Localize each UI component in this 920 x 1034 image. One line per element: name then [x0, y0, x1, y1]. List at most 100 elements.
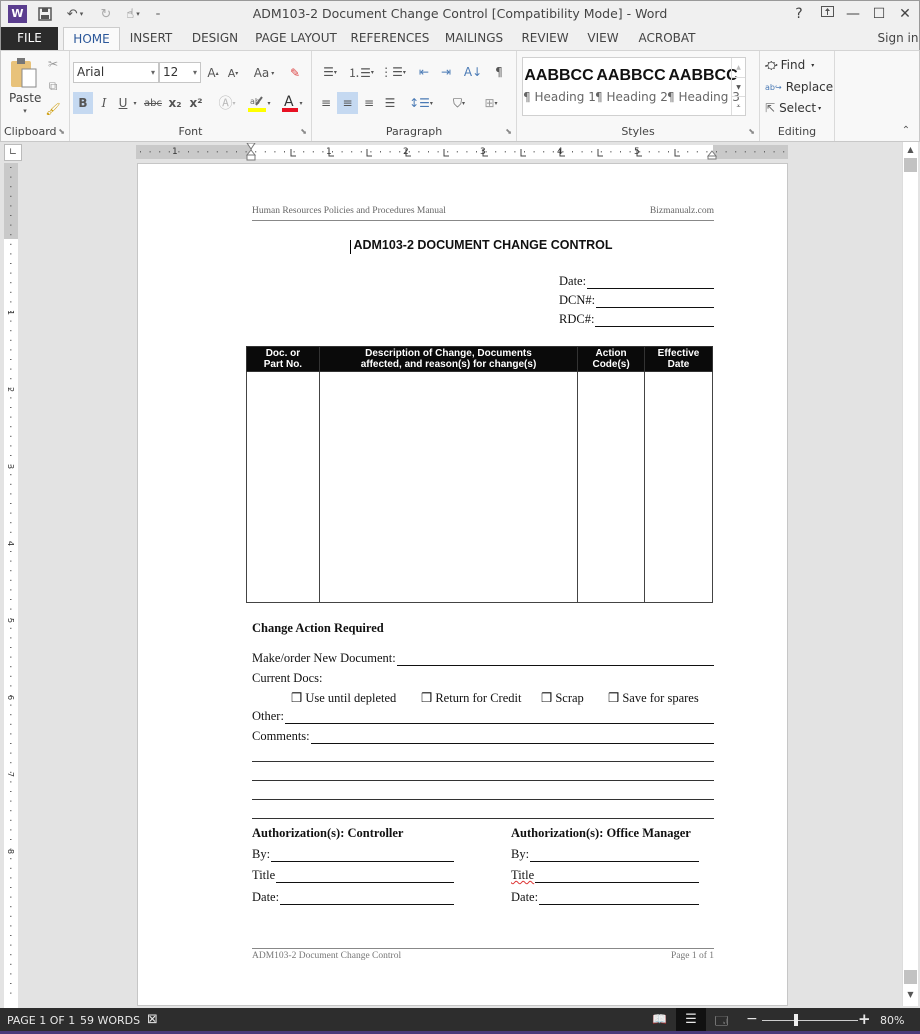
tab-mailings[interactable]: MAILINGS — [441, 27, 507, 50]
bold-button[interactable]: B — [73, 92, 93, 114]
numbering-icon[interactable]: ⒈☰ ▾ — [346, 62, 376, 82]
tab-review[interactable]: REVIEW — [517, 27, 573, 50]
manager-date-field[interactable]: Date: — [511, 890, 699, 905]
web-layout-icon[interactable]: 🗔 — [715, 1012, 728, 1033]
comments-line[interactable] — [252, 780, 714, 781]
vertical-scrollbar[interactable]: ▲ ▼ — [902, 142, 918, 1006]
proofing-icon[interactable]: ⊠ — [147, 1012, 158, 1027]
tab-references[interactable]: REFERENCES — [349, 27, 431, 50]
table-cell[interactable] — [577, 371, 646, 603]
paste-icon[interactable] — [7, 55, 41, 93]
horizontal-ruler[interactable]: 1 1 2 3 4 5 — [136, 142, 788, 161]
zoom-slider-track[interactable] — [762, 1020, 858, 1021]
comments-line[interactable] — [252, 761, 714, 762]
style-heading-1[interactable]: AABBCC ¶ Heading 1 — [523, 58, 596, 115]
superscript-button[interactable]: x² — [188, 92, 204, 114]
checkbox-return-for-credit[interactable]: ❒ Return for Credit — [421, 690, 521, 706]
tab-home[interactable]: HOME — [63, 27, 120, 50]
font-color-button[interactable]: A ▾ — [277, 92, 307, 114]
shading-icon[interactable]: ⛉ ▾ — [444, 92, 474, 114]
align-left-icon[interactable]: ≡ — [316, 92, 336, 114]
tab-file[interactable]: FILE — [1, 27, 58, 50]
controller-by-field[interactable]: By: — [252, 847, 454, 862]
align-center-icon[interactable]: ≡ — [337, 92, 358, 114]
make-order-field[interactable]: Make/order New Document: — [252, 651, 714, 666]
table-cell[interactable] — [246, 371, 320, 603]
zoom-level[interactable]: 80% — [880, 1014, 904, 1027]
increase-indent-icon[interactable]: ⇥ — [436, 62, 456, 82]
tab-view[interactable]: VIEW — [583, 27, 623, 50]
underline-button[interactable]: U — [115, 92, 131, 114]
cut-icon[interactable]: ✂ — [45, 56, 61, 72]
justify-icon[interactable]: ☰ — [380, 92, 400, 114]
comments-line[interactable] — [252, 799, 714, 800]
comments-line[interactable] — [252, 818, 714, 819]
clipboard-launcher-icon[interactable]: ⬊ — [58, 127, 65, 136]
italic-button[interactable]: I — [96, 92, 112, 114]
replace-button[interactable]: ab↪ Replace — [765, 77, 833, 97]
zoom-out-button[interactable]: − — [746, 1011, 758, 1027]
font-launcher-icon[interactable]: ⬊ — [300, 127, 307, 136]
dcn-field[interactable]: DCN#: — [559, 293, 714, 308]
print-layout-icon[interactable]: ☰ — [676, 1008, 706, 1031]
align-right-icon[interactable]: ≡ — [359, 92, 379, 114]
checkbox-save-for-spares[interactable]: ❒ Save for spares — [608, 690, 699, 706]
manager-by-field[interactable]: By: — [511, 847, 699, 862]
rdc-field[interactable]: RDC#: — [559, 312, 714, 327]
maximize-button[interactable]: ☐ — [866, 4, 892, 24]
styles-launcher-icon[interactable]: ⬊ — [748, 127, 755, 136]
line-spacing-icon[interactable]: ↕☰ ▾ — [406, 92, 436, 114]
checkbox-scrap[interactable]: ❒ Scrap — [541, 690, 584, 706]
paragraph-launcher-icon[interactable]: ⬊ — [505, 127, 512, 136]
other-field[interactable]: Other: — [252, 709, 714, 724]
zoom-slider-thumb[interactable] — [794, 1014, 798, 1026]
document-page[interactable]: Human Resources Policies and Procedures … — [137, 163, 788, 1006]
paste-dropdown-icon[interactable]: ▾ — [19, 107, 31, 115]
tab-acrobat[interactable]: ACROBAT — [633, 27, 701, 50]
vertical-ruler[interactable]: 1 2 3 4 5 6 7 8 — [4, 163, 18, 1009]
styles-scroll-down-icon[interactable]: ▼ — [732, 77, 745, 96]
table-cell[interactable] — [644, 371, 713, 603]
zoom-in-button[interactable]: + — [858, 1010, 871, 1028]
tab-page-layout[interactable]: PAGE LAYOUT — [253, 27, 339, 50]
shrink-font-icon[interactable]: A ▾ — [225, 64, 241, 82]
paste-button[interactable]: Paste — [9, 91, 41, 105]
format-painter-icon[interactable]: 🖌 — [45, 101, 61, 117]
scrollbar-thumb-top[interactable] — [904, 158, 917, 172]
manager-title-field[interactable]: Title — [511, 868, 699, 883]
underline-dropdown-icon[interactable]: ▾ — [131, 92, 139, 114]
borders-icon[interactable]: ⊞ ▾ — [476, 92, 506, 114]
close-button[interactable]: ✕ — [892, 4, 918, 24]
select-button[interactable]: ⇱ Select ▾ — [765, 98, 831, 118]
collapse-ribbon-icon[interactable]: ⌃ — [899, 123, 913, 137]
minimize-button[interactable]: — — [840, 4, 866, 24]
ribbon-display-options-button[interactable] — [814, 4, 840, 24]
controller-title-field[interactable]: Title — [252, 868, 454, 883]
find-button[interactable]: ⛮ Find ▾ — [765, 55, 831, 75]
date-field[interactable]: Date: — [559, 274, 714, 289]
styles-more-icon[interactable]: ⩡ — [732, 96, 745, 115]
read-mode-icon[interactable]: 📖 — [652, 1012, 667, 1026]
right-indent-marker[interactable] — [706, 149, 718, 160]
sign-in-link[interactable]: Sign in — [875, 27, 920, 50]
page-count[interactable]: PAGE 1 OF 1 — [7, 1014, 75, 1027]
style-heading-3[interactable]: AABBCC ¶ Heading 3 — [667, 58, 740, 115]
scroll-up-icon[interactable]: ▲ — [903, 142, 918, 158]
styles-scroll-up-icon[interactable]: ▲ — [732, 58, 745, 77]
highlight-color-button[interactable]: ab ▾ — [244, 92, 274, 114]
multilevel-list-icon[interactable]: ⋮☰ ▾ — [378, 62, 408, 82]
copy-icon[interactable]: ⧉ — [45, 78, 61, 94]
checkbox-use-until-depleted[interactable]: ❒ Use until depleted — [291, 690, 396, 706]
style-heading-2[interactable]: AABBCC ¶ Heading 2 — [595, 58, 668, 115]
subscript-button[interactable]: x₂ — [167, 92, 183, 114]
tab-insert[interactable]: INSERT — [125, 27, 177, 50]
grow-font-icon[interactable]: A ▴ — [205, 64, 221, 82]
comments-field[interactable]: Comments: — [252, 729, 714, 744]
word-count[interactable]: 59 WORDS — [80, 1014, 140, 1027]
clear-formatting-icon[interactable]: ✎ — [286, 64, 304, 82]
sort-icon[interactable]: A↓ — [462, 62, 484, 82]
scroll-down-icon[interactable]: ▼ — [903, 987, 918, 1003]
text-effects-icon[interactable]: Ⓐ ▾ — [215, 92, 239, 114]
change-case-button[interactable]: Aa ▾ — [251, 64, 277, 82]
scrollbar-thumb-bottom[interactable] — [904, 970, 917, 984]
